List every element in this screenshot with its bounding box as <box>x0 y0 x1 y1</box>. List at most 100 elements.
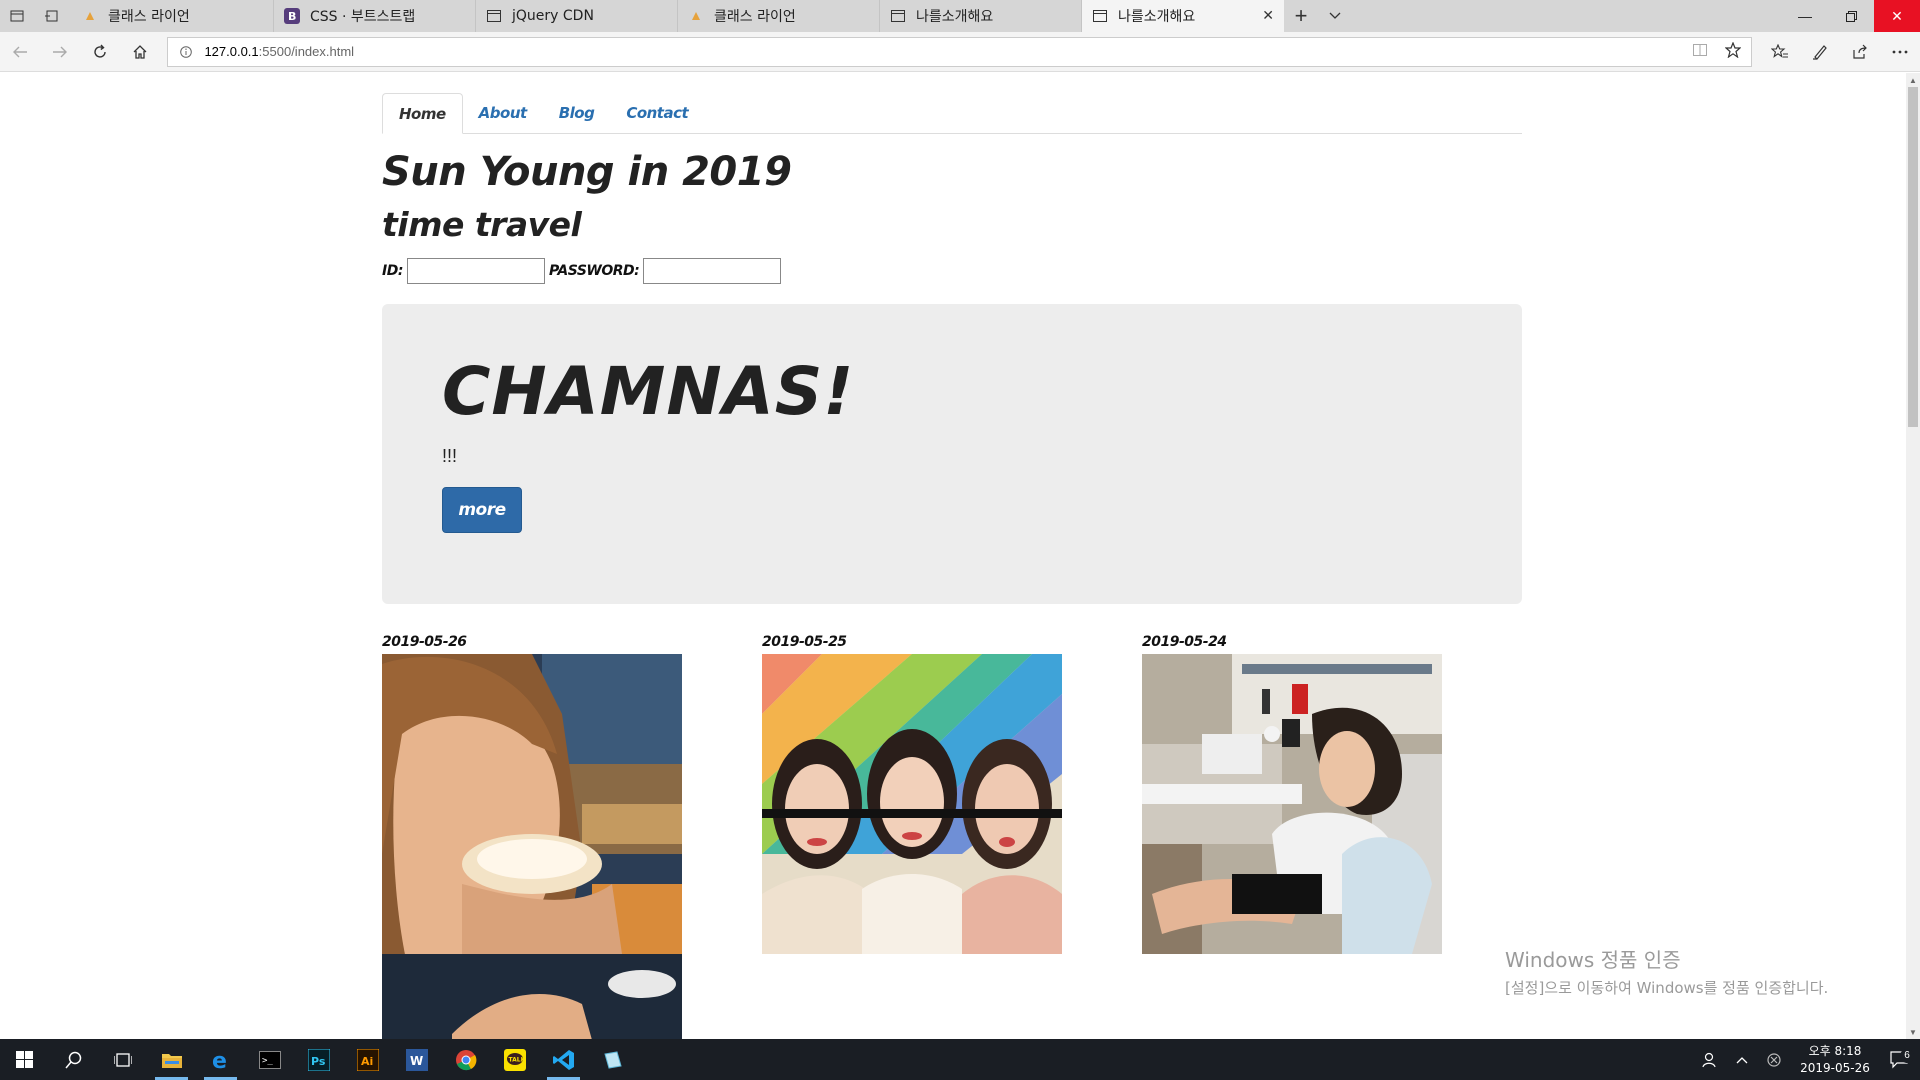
close-tab-icon[interactable]: ✕ <box>1262 8 1274 24</box>
tab-list-icon[interactable] <box>0 0 34 32</box>
close-window-icon[interactable]: ✕ <box>1874 0 1920 32</box>
restore-icon[interactable] <box>1828 0 1874 32</box>
nav-tabs: Home About Blog Contact <box>382 93 1522 134</box>
page-viewport: Home About Blog Contact Sun Young in 201… <box>0 73 1906 1039</box>
jumbotron-heading: CHAMNAS! <box>442 353 855 430</box>
svg-text:Ps: Ps <box>311 1055 326 1068</box>
browser-tab[interactable]: 클래스 라이언 <box>678 0 880 32</box>
scrollbar-thumb[interactable] <box>1908 87 1918 427</box>
svg-text:e: e <box>212 1049 227 1071</box>
tab-title: 나를소개해요 <box>1118 9 1196 25</box>
home-icon[interactable] <box>120 32 160 72</box>
id-label: ID: <box>382 263 403 279</box>
forward-icon[interactable] <box>40 32 80 72</box>
jumbotron-text: !!! <box>442 446 458 466</box>
url-text: 127.0.0.1:5500/index.html <box>204 44 355 59</box>
favorite-star-icon[interactable] <box>1724 41 1742 61</box>
search-icon[interactable] <box>49 1039 98 1080</box>
svg-text:>_: >_ <box>262 1056 273 1066</box>
notepad-icon[interactable] <box>588 1039 637 1080</box>
taskbar: e >_ Ps Ai W TALK 오후 8:18 2019-05-26 6 <box>0 1039 1920 1080</box>
page-title: Sun Young in 2019 <box>382 149 792 195</box>
web-note-pen-icon[interactable] <box>1800 32 1840 72</box>
notification-count-badge: 6 <box>1900 1048 1914 1063</box>
page-icon <box>890 8 906 24</box>
tab-home[interactable]: Home <box>382 93 463 134</box>
class-lion-favicon-icon <box>82 8 98 24</box>
chrome-icon[interactable] <box>441 1039 490 1080</box>
illustrator-icon[interactable]: Ai <box>343 1039 392 1080</box>
info-icon[interactable] <box>178 44 194 60</box>
page-icon <box>1092 8 1108 24</box>
system-tray: 오후 8:18 2019-05-26 6 <box>1694 1039 1920 1080</box>
tab-title: 클래스 라이언 <box>714 9 796 25</box>
more-menu-icon[interactable] <box>1880 32 1920 72</box>
password-input[interactable] <box>643 258 782 284</box>
gallery-item: 2019-05-26 <box>382 634 762 1039</box>
minimize-icon[interactable]: — <box>1782 0 1828 32</box>
tab-blog[interactable]: Blog <box>543 93 611 133</box>
more-button[interactable]: more <box>442 487 522 533</box>
password-label: PASSWORD: <box>548 263 640 279</box>
favorites-hub-icon[interactable] <box>1760 32 1800 72</box>
browser-tab-active[interactable]: 나를소개해요 ✕ <box>1082 0 1284 32</box>
photoshop-icon[interactable]: Ps <box>294 1039 343 1080</box>
vscode-icon[interactable] <box>539 1039 588 1080</box>
browser-tab[interactable]: 나를소개해요 <box>880 0 1082 32</box>
page-scrollbar[interactable]: ▲ ▼ <box>1906 73 1920 1039</box>
notification-center-icon[interactable]: 6 <box>1880 1048 1920 1069</box>
page-icon <box>486 8 502 24</box>
jumbotron: CHAMNAS! !!! more <box>382 304 1522 604</box>
photo-eating-bread <box>382 654 682 1039</box>
tab-title: jQuery CDN <box>512 8 594 24</box>
reading-view-icon[interactable] <box>1693 44 1707 59</box>
refresh-icon[interactable] <box>80 32 120 72</box>
scroll-up-icon[interactable]: ▲ <box>1906 73 1920 87</box>
browser-tab[interactable]: 클래스 라이언 <box>72 0 274 32</box>
tab-bar: 클래스 라이언 B CSS · 부트스트랩 jQuery CDN 클래스 라이언… <box>0 0 1920 32</box>
tab-contact[interactable]: Contact <box>610 93 704 133</box>
terminal-icon[interactable]: >_ <box>245 1039 294 1080</box>
browser-tab[interactable]: B CSS · 부트스트랩 <box>274 0 476 32</box>
photo-room <box>1142 654 1442 954</box>
browser-tab[interactable]: jQuery CDN <box>476 0 678 32</box>
task-view-icon[interactable] <box>98 1039 147 1080</box>
chevron-down-icon[interactable] <box>1318 0 1352 32</box>
tab-title: 클래스 라이언 <box>108 9 190 25</box>
svg-text:Ai: Ai <box>361 1055 373 1068</box>
tab-title: CSS · 부트스트랩 <box>310 9 416 25</box>
set-aside-tabs-icon[interactable] <box>34 0 68 32</box>
clock[interactable]: 오후 8:18 2019-05-26 <box>1790 1043 1880 1077</box>
photo-date: 2019-05-26 <box>382 634 467 650</box>
windows-activation-watermark: Windows 정품 인증 [설정]으로 이동하여 Windows를 정품 인증… <box>1505 944 1828 998</box>
back-icon[interactable] <box>0 32 40 72</box>
login-form: ID: PASSWORD: <box>382 258 1522 284</box>
chevron-up-icon[interactable] <box>1726 1056 1758 1064</box>
clock-time: 오후 8:18 <box>1808 1043 1862 1058</box>
tab-title: 나를소개해요 <box>916 9 994 25</box>
scroll-down-icon[interactable]: ▼ <box>1906 1025 1920 1039</box>
photo-three-friends <box>762 654 1062 954</box>
photo-date: 2019-05-24 <box>1142 634 1227 650</box>
windows-start-icon[interactable] <box>0 1039 49 1080</box>
address-toolbar: 127.0.0.1:5500/index.html <box>0 32 1920 72</box>
edge-browser-icon[interactable]: e <box>196 1039 245 1080</box>
kakaotalk-icon[interactable]: TALK <box>490 1039 539 1080</box>
svg-text:TALK: TALK <box>508 1056 525 1063</box>
network-disconnected-icon[interactable] <box>1758 1052 1790 1067</box>
word-icon[interactable]: W <box>392 1039 441 1080</box>
clock-date: 2019-05-26 <box>1800 1060 1870 1075</box>
page-container: Home About Blog Contact Sun Young in 201… <box>382 93 1522 1039</box>
svg-text:B: B <box>288 10 296 23</box>
people-icon[interactable] <box>1694 1052 1726 1068</box>
id-input[interactable] <box>406 258 545 284</box>
page-subtitle: time travel <box>382 205 582 244</box>
share-icon[interactable] <box>1840 32 1880 72</box>
bootstrap-favicon-icon: B <box>284 8 300 24</box>
gallery-item: 2019-05-24 <box>1142 634 1522 1039</box>
file-explorer-icon[interactable] <box>147 1039 196 1080</box>
gallery-item: 2019-05-25 <box>762 634 1142 1039</box>
new-tab-icon[interactable]: + <box>1284 0 1318 32</box>
tab-about[interactable]: About <box>463 93 543 133</box>
address-bar[interactable]: 127.0.0.1:5500/index.html <box>167 36 1752 67</box>
